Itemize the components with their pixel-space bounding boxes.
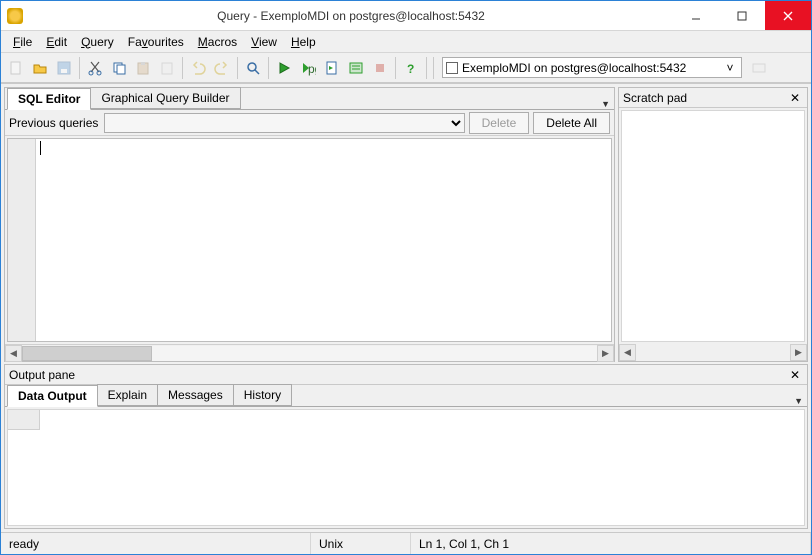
- delete-button[interactable]: Delete: [469, 112, 530, 134]
- connection-label: ExemploMDI on postgres@localhost:5432: [462, 61, 722, 75]
- open-icon[interactable]: [29, 57, 51, 79]
- help-icon[interactable]: ?: [400, 57, 422, 79]
- maximize-button[interactable]: [719, 1, 765, 30]
- status-state: ready: [1, 533, 311, 554]
- scroll-right-icon[interactable]: ▶: [790, 344, 807, 361]
- separator: [268, 57, 269, 79]
- add-connection-icon[interactable]: [748, 57, 770, 79]
- new-icon[interactable]: [5, 57, 27, 79]
- window-controls: [673, 1, 811, 30]
- tab-data-output[interactable]: Data Output: [7, 385, 98, 407]
- titlebar[interactable]: Query - ExemploMDI on postgres@localhost…: [1, 1, 811, 31]
- svg-text:?: ?: [407, 62, 414, 76]
- output-grid[interactable]: [7, 409, 805, 526]
- sql-textarea[interactable]: [36, 139, 611, 341]
- connection-dropdown[interactable]: ExemploMDI on postgres@localhost:5432 ˅: [442, 57, 742, 78]
- copy-icon[interactable]: [108, 57, 130, 79]
- separator: [237, 57, 238, 79]
- scroll-thumb[interactable]: [22, 346, 152, 361]
- output-pane-title: Output pane: [9, 368, 787, 382]
- menu-file[interactable]: File: [7, 33, 38, 51]
- execute-pgscript-icon[interactable]: pg: [297, 57, 319, 79]
- app-icon: [7, 8, 23, 24]
- toolbar: pg ? ExemploMDI on postgres@localhost:54…: [1, 53, 811, 83]
- menu-edit[interactable]: Edit: [40, 33, 73, 51]
- separator: [182, 57, 183, 79]
- statusbar: ready Unix Ln 1, Col 1, Ch 1: [1, 532, 811, 554]
- tab-sql-editor[interactable]: SQL Editor: [7, 88, 91, 110]
- scratch-horizontal-scrollbar[interactable]: ◀ ▶: [619, 344, 807, 361]
- menu-query[interactable]: Query: [75, 33, 120, 51]
- separator: [79, 57, 80, 79]
- scroll-track[interactable]: [152, 346, 597, 361]
- minimize-button[interactable]: [673, 1, 719, 30]
- menu-macros[interactable]: Macros: [192, 33, 243, 51]
- menu-help[interactable]: Help: [285, 33, 322, 51]
- main-area: SQL Editor Graphical Query Builder ▼ Pre…: [1, 83, 811, 363]
- execute-icon[interactable]: [273, 57, 295, 79]
- scratch-pad-header[interactable]: Scratch pad ✕: [619, 88, 807, 108]
- execute-file-icon[interactable]: [321, 57, 343, 79]
- output-pane-header[interactable]: Output pane ✕: [5, 365, 807, 385]
- tab-explain[interactable]: Explain: [97, 384, 158, 406]
- cut-icon[interactable]: [84, 57, 106, 79]
- status-eol: Unix: [311, 533, 411, 554]
- editor-horizontal-scrollbar[interactable]: ◀ ▶: [5, 344, 614, 361]
- status-position: Ln 1, Col 1, Ch 1: [411, 533, 811, 554]
- separator: [395, 57, 396, 79]
- close-button[interactable]: [765, 1, 811, 30]
- text-caret: [40, 141, 41, 155]
- redo-icon[interactable]: [211, 57, 233, 79]
- close-icon[interactable]: ✕: [787, 91, 803, 105]
- database-icon: [446, 62, 458, 74]
- tab-history[interactable]: History: [233, 384, 292, 406]
- scroll-left-icon[interactable]: ◀: [5, 345, 22, 362]
- find-icon[interactable]: [242, 57, 264, 79]
- menubar: File Edit Query Favourites Macros View H…: [1, 31, 811, 53]
- window-title: Query - ExemploMDI on postgres@localhost…: [29, 9, 673, 23]
- paste-icon[interactable]: [132, 57, 154, 79]
- close-icon[interactable]: ✕: [787, 368, 803, 382]
- tab-messages[interactable]: Messages: [157, 384, 234, 406]
- line-gutter: [8, 139, 36, 341]
- scroll-left-icon[interactable]: ◀: [619, 344, 636, 361]
- menu-favourites[interactable]: Favourites: [122, 33, 190, 51]
- tab-dropdown-icon[interactable]: ▼: [794, 396, 803, 406]
- menu-view[interactable]: View: [245, 33, 283, 51]
- svg-text:pg: pg: [308, 62, 316, 76]
- sql-editor-area: [7, 138, 612, 342]
- explain-icon[interactable]: [345, 57, 367, 79]
- tab-dropdown-icon[interactable]: ▼: [601, 99, 610, 109]
- save-icon[interactable]: [53, 57, 75, 79]
- previous-queries-select[interactable]: [104, 113, 464, 133]
- previous-queries-label: Previous queries: [9, 116, 98, 130]
- scroll-right-icon[interactable]: ▶: [597, 345, 614, 362]
- scratch-pad-pane: Scratch pad ✕ ◀ ▶: [618, 87, 808, 362]
- undo-icon[interactable]: [187, 57, 209, 79]
- clear-icon[interactable]: [156, 57, 178, 79]
- scratch-pad-title: Scratch pad: [623, 91, 787, 105]
- grid-corner: [8, 410, 40, 430]
- delete-all-button[interactable]: Delete All: [533, 112, 610, 134]
- previous-queries-row: Previous queries Delete Delete All: [5, 110, 614, 136]
- chevron-down-icon: ˅: [722, 61, 738, 75]
- output-tabs: Data Output Explain Messages History ▼: [5, 385, 807, 407]
- app-window: Query - ExemploMDI on postgres@localhost…: [0, 0, 812, 555]
- scratch-pad-textarea[interactable]: [621, 110, 805, 342]
- tab-graphical-query-builder[interactable]: Graphical Query Builder: [90, 87, 240, 109]
- editor-pane: SQL Editor Graphical Query Builder ▼ Pre…: [4, 87, 615, 362]
- editor-tabs: SQL Editor Graphical Query Builder ▼: [5, 88, 614, 110]
- cancel-icon[interactable]: [369, 57, 391, 79]
- output-pane: Output pane ✕ Data Output Explain Messag…: [4, 364, 808, 529]
- separator: [433, 57, 434, 79]
- separator: [426, 57, 427, 79]
